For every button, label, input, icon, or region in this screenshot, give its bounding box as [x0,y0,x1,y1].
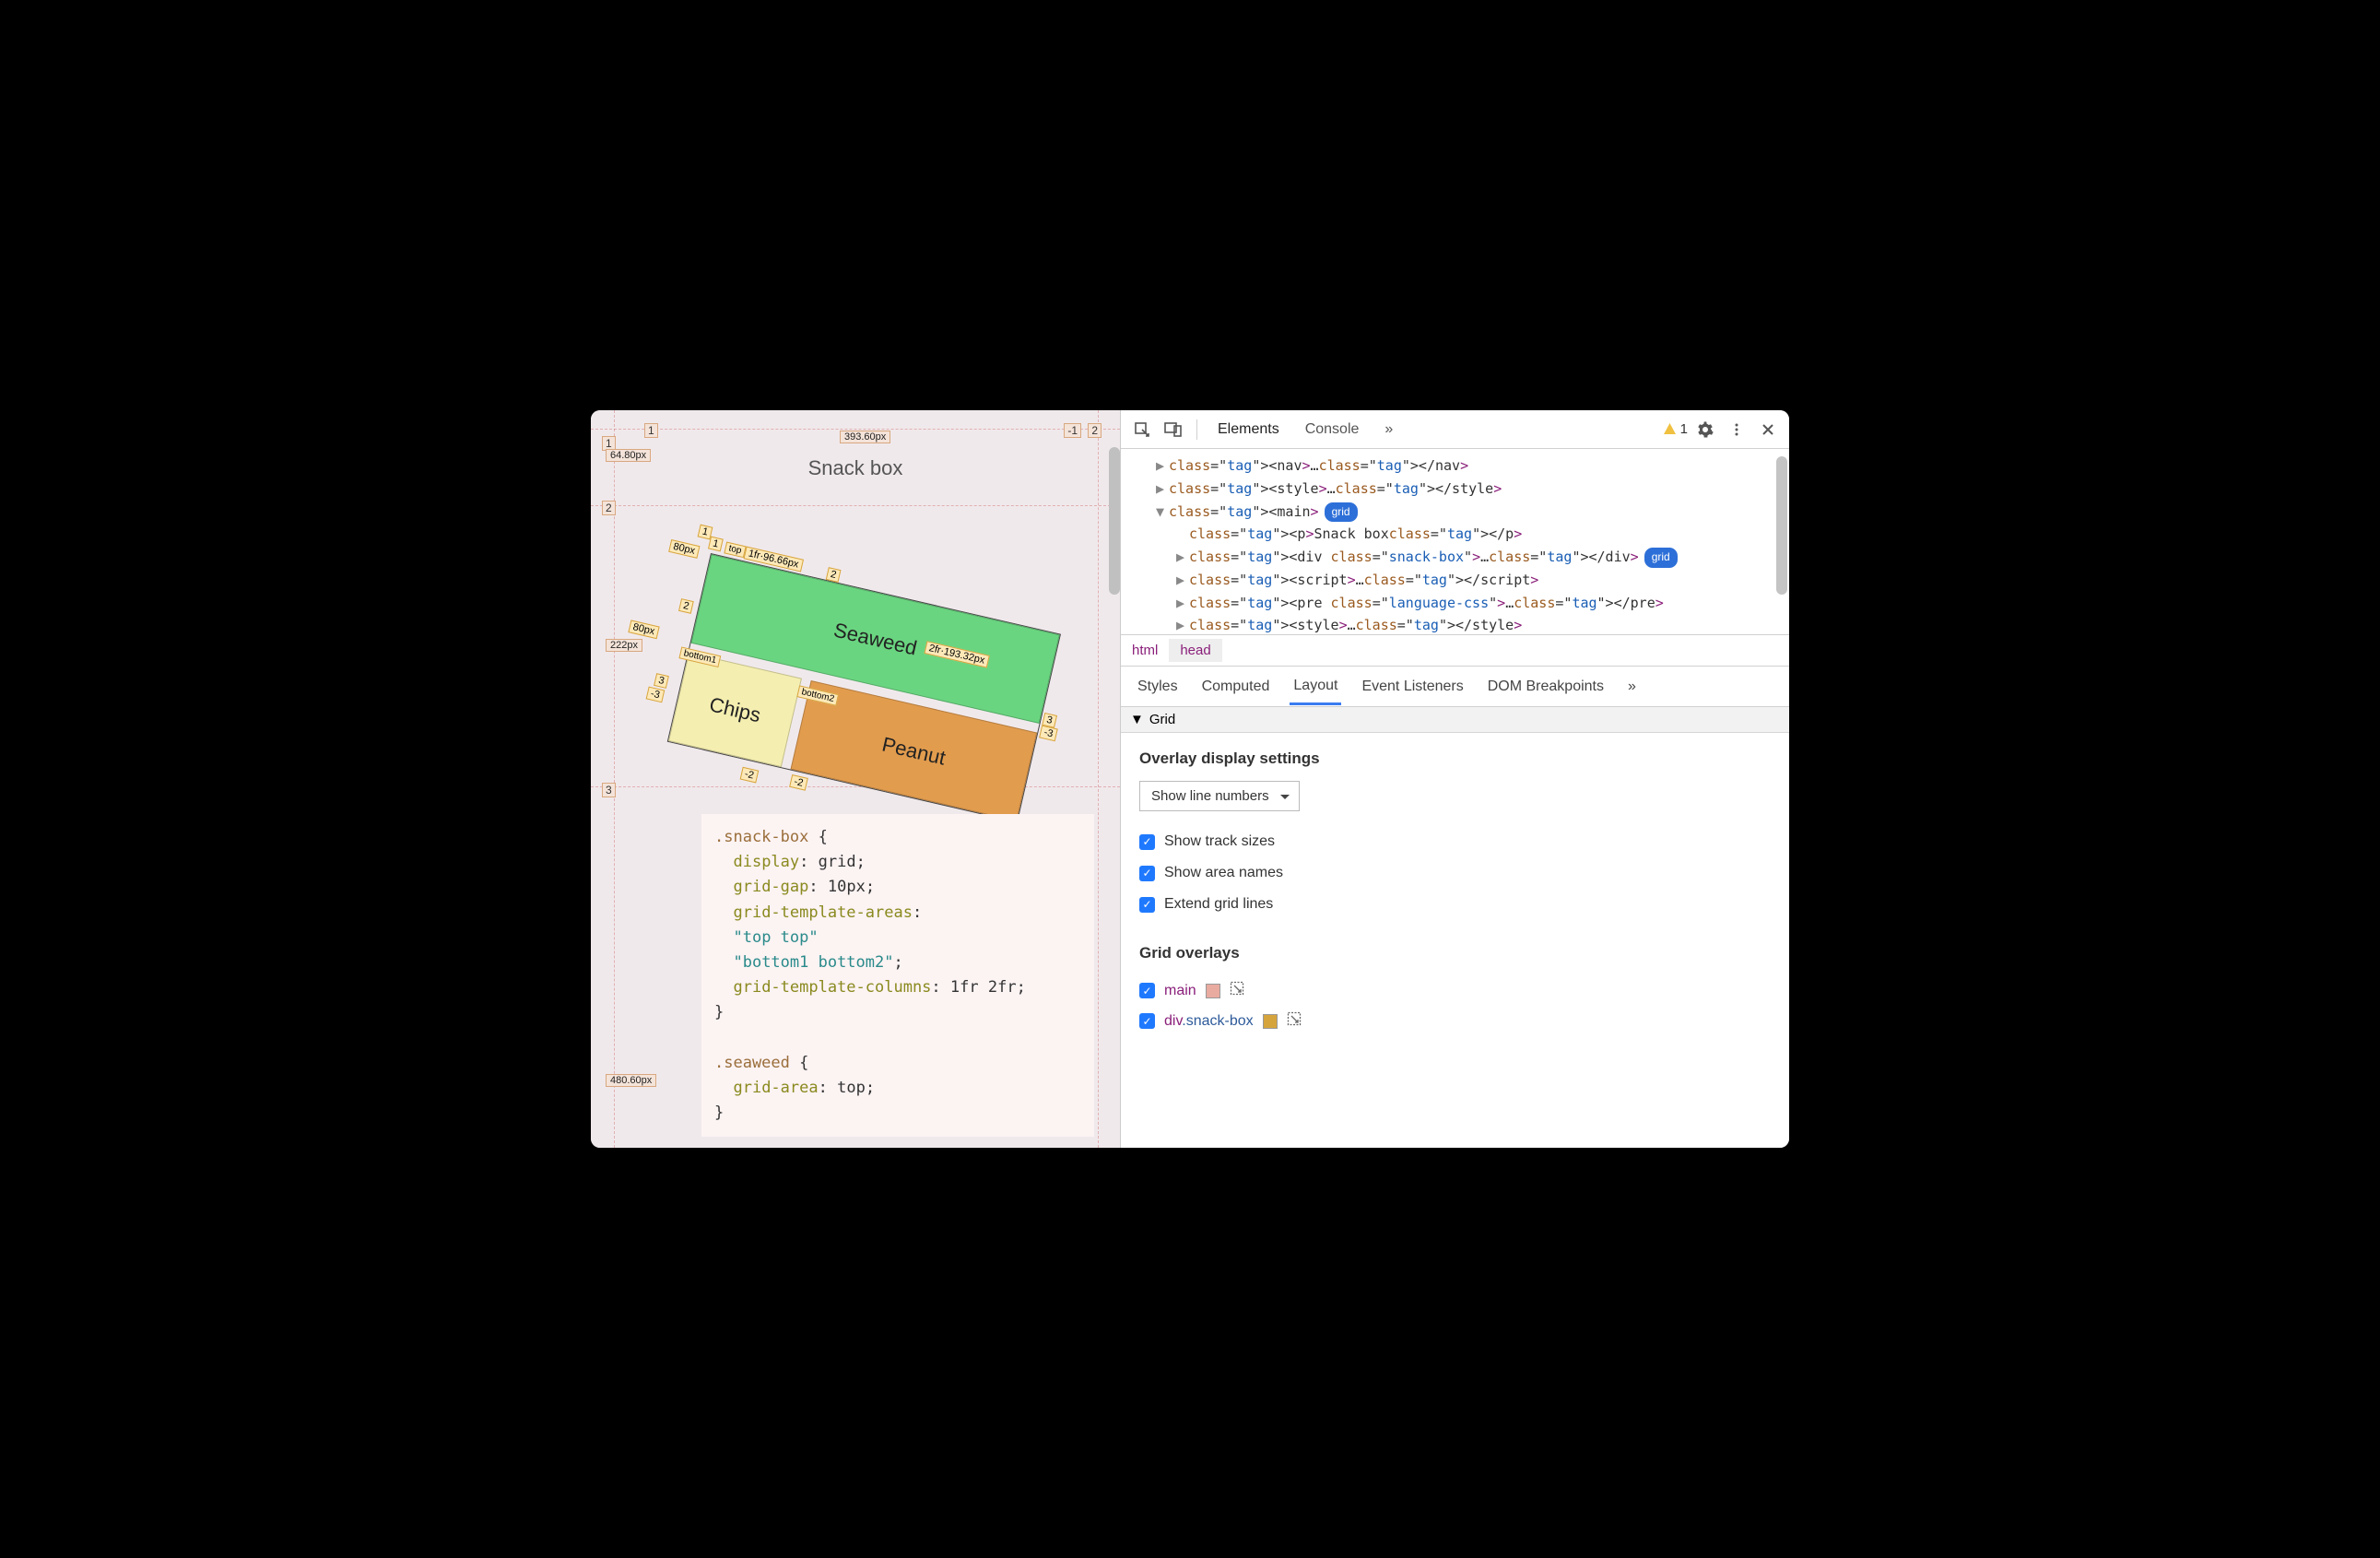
subtab-styles[interactable]: Styles [1134,670,1182,703]
tree-node[interactable]: ▶class="tag"><nav>…class="tag"></nav> [1121,454,1789,478]
check-show-track-sizes[interactable]: ✓ Show track sizes [1139,826,1771,857]
warning-count: 1 [1680,421,1688,437]
reveal-icon[interactable] [1287,1011,1302,1031]
overlay-row-main: ✓ main [1139,975,1771,1006]
grid-line-number: 3 [654,673,669,689]
tree-node[interactable]: ▶class="tag"><div class="snack-box">…cla… [1121,546,1789,569]
subtab-computed[interactable]: Computed [1198,670,1274,703]
grid-measure: 393.60px [840,431,890,443]
check-label: Extend grid lines [1164,896,1273,913]
checkbox-icon: ✓ [1139,866,1155,881]
check-label: Show area names [1164,865,1283,881]
grid-overlays-heading: Grid overlays [1139,944,1771,962]
kebab-menu-icon[interactable] [1723,416,1750,443]
subtab-dom-breakpoints[interactable]: DOM Breakpoints [1484,670,1608,703]
warning-badge[interactable]: 1 [1663,421,1688,437]
reveal-icon[interactable] [1230,981,1244,1000]
overlay-row-snack-box: ✓ div.snack-box [1139,1006,1771,1036]
grid-line-number: -1 [1064,423,1081,438]
color-swatch[interactable] [1206,984,1220,998]
devtools-toolbar: Elements Console » 1 [1121,410,1789,449]
crumb-head[interactable]: head [1169,639,1221,662]
checkbox-icon[interactable]: ✓ [1139,983,1155,998]
checkbox-icon: ✓ [1139,897,1155,913]
subtab-event-listeners[interactable]: Event Listeners [1358,670,1467,703]
inspect-icon[interactable] [1128,416,1156,443]
grid-line-number: -3 [1039,726,1057,742]
checkbox-icon: ✓ [1139,834,1155,850]
overlay-label[interactable]: main [1164,983,1196,999]
grid-measure: 480.60px [606,1074,656,1087]
grid-line-number: 3 [602,783,616,797]
device-toggle-icon[interactable] [1160,416,1187,443]
section-title: Grid [1149,712,1175,727]
breadcrumb: html head [1121,635,1789,667]
grid-line-number: -2 [789,774,807,791]
close-icon[interactable] [1754,416,1782,443]
grid-cell-chips: Chips [668,652,802,767]
subtab-more[interactable]: » [1624,670,1640,703]
grid-measure: 80px [668,539,700,559]
grid-line-number: -2 [740,767,759,784]
line-numbers-dropdown[interactable]: Show line numbers [1139,781,1300,811]
devtools-window: 1 -1 2 1 2 3 393.60px 64.80px 222px 480.… [591,410,1789,1148]
grid-line-number: 2 [1088,423,1102,438]
subtab-layout[interactable]: Layout [1290,669,1341,705]
check-extend-grid-lines[interactable]: ✓ Extend grid lines [1139,889,1771,920]
grid-line-number: -3 [646,687,665,703]
grid-line-number: 2 [826,567,842,583]
grid-line-number: 2 [678,598,694,614]
tree-node[interactable]: ▶class="tag"><style>…class="tag"></style… [1121,614,1789,635]
crumb-html[interactable]: html [1121,639,1169,662]
check-label: Show track sizes [1164,833,1275,850]
page-title: Snack box [808,456,903,480]
grid-line-number: 2 [602,501,616,515]
grid-section-body: Overlay display settings Show line numbe… [1121,733,1789,1053]
grid-line-number: 1 [644,423,658,438]
tree-scrollbar[interactable] [1776,456,1787,595]
devtools-panel: Elements Console » 1 ▶class="tag"><nav>…… [1121,410,1789,1148]
css-code-block: .snack-box { display: grid; grid-gap: 10… [701,814,1094,1137]
grid-area-label: top [724,542,746,559]
elements-tree[interactable]: ▶class="tag"><nav>…class="tag"></nav>▶cl… [1121,449,1789,635]
tree-node[interactable]: ▶class="tag"><pre class="language-css">…… [1121,592,1789,615]
grid-measure: 80px [628,620,659,639]
settings-icon[interactable] [1691,416,1719,443]
styles-subtabs: Styles Computed Layout Event Listeners D… [1121,667,1789,707]
check-show-area-names[interactable]: ✓ Show area names [1139,857,1771,889]
tab-elements[interactable]: Elements [1207,416,1290,443]
disclosure-triangle-icon: ▼ [1130,712,1144,727]
tree-node[interactable]: ▼class="tag"><main>grid [1121,501,1789,524]
grid-measure: 222px [606,639,642,652]
tree-node[interactable]: ▶class="tag"><style>…class="tag"></style… [1121,478,1789,501]
overlay-settings-heading: Overlay display settings [1139,749,1771,768]
tab-more[interactable]: » [1373,416,1404,443]
page-preview: 1 -1 2 1 2 3 393.60px 64.80px 222px 480.… [591,410,1121,1148]
tree-node[interactable]: ▶class="tag"><script>…class="tag"></scri… [1121,569,1789,592]
tab-console[interactable]: Console [1294,416,1371,443]
grid-line-number: 1 [708,537,724,552]
color-swatch[interactable] [1263,1014,1278,1029]
checkbox-icon[interactable]: ✓ [1139,1013,1155,1029]
grid-section-header[interactable]: ▼ Grid [1121,707,1789,733]
snack-box-grid: Seaweed Chips Peanut 1 1 top 1fr·96.66px… [667,553,1061,822]
overlay-label[interactable]: div.snack-box [1164,1013,1254,1030]
tree-node[interactable]: class="tag"><p>Snack boxclass="tag"></p> [1121,523,1789,546]
preview-scrollbar[interactable] [1109,447,1120,595]
grid-measure: 64.80px [606,449,651,462]
